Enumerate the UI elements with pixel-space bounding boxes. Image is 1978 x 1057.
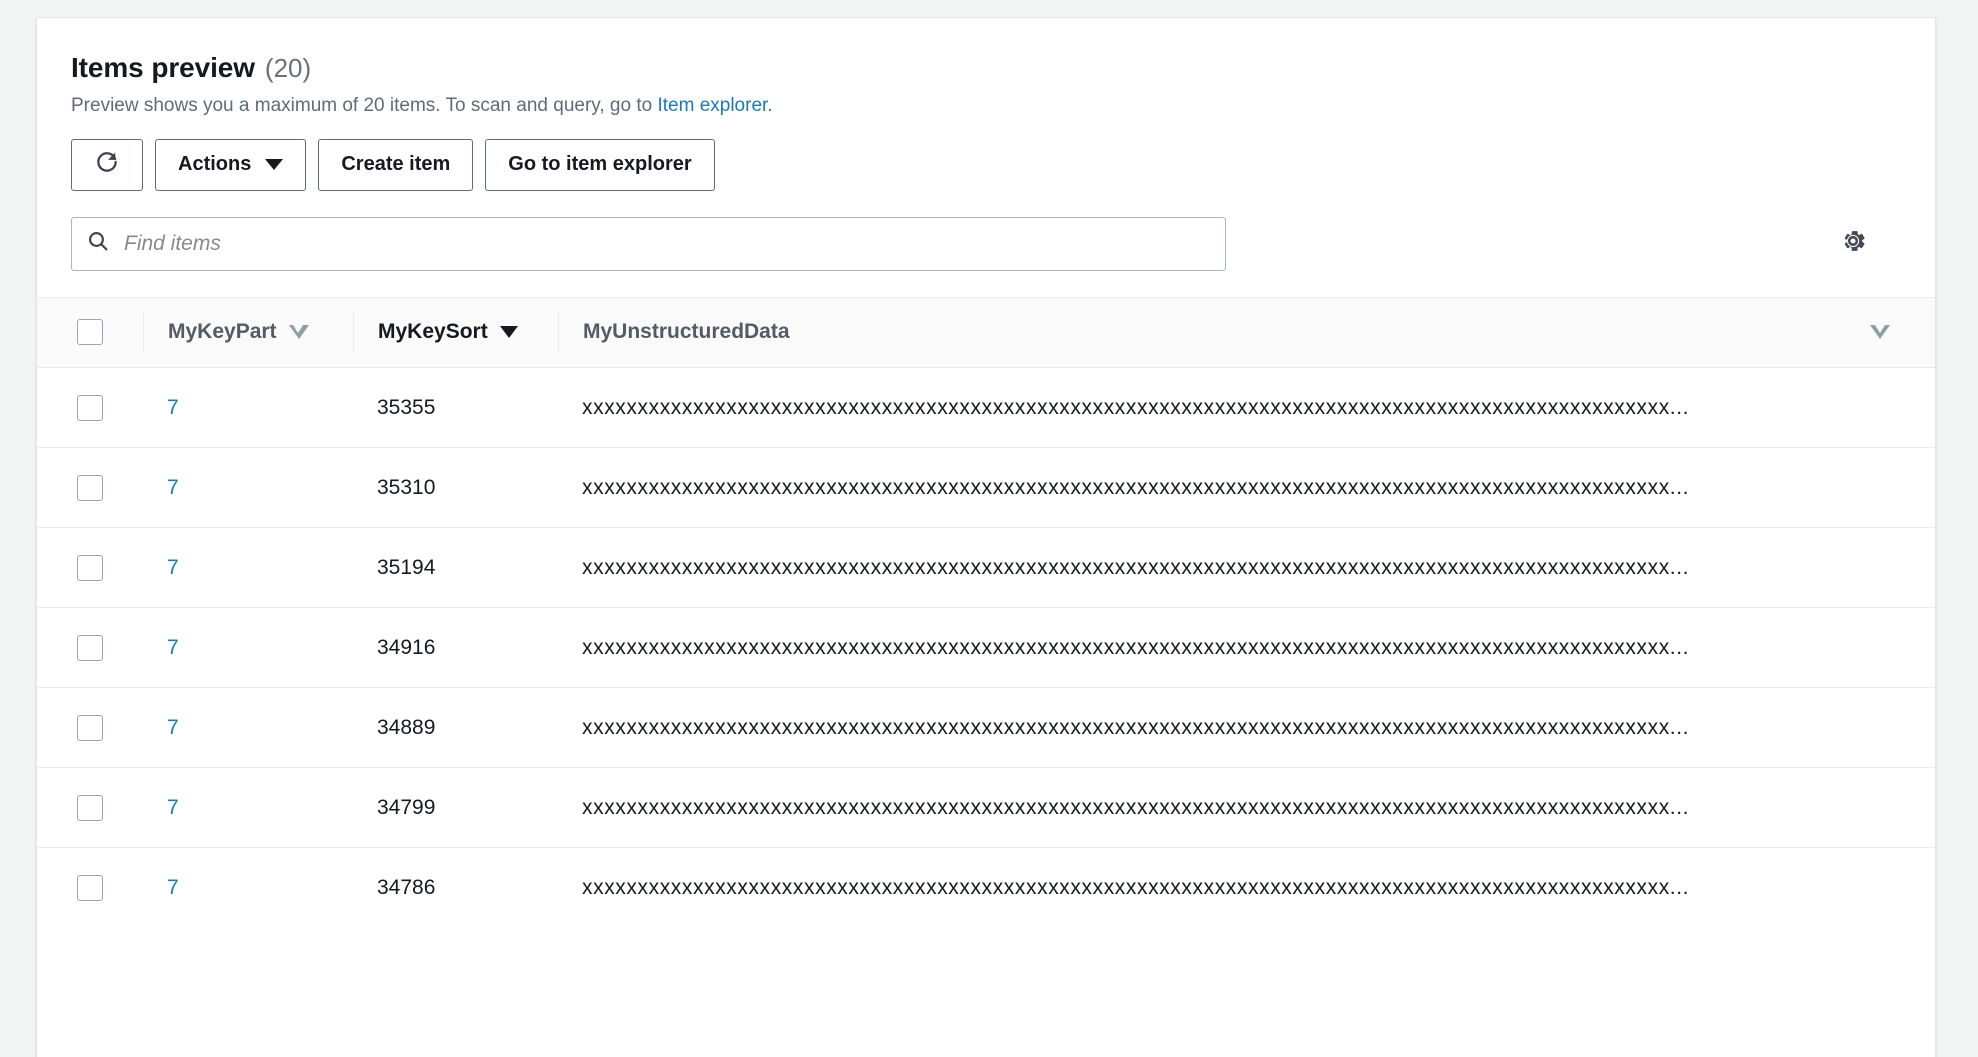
cell-overflow bbox=[1825, 448, 1935, 528]
cell-mykeypart: 7 bbox=[143, 848, 353, 928]
table-row: 7 34916 xxxxxxxxxxxxxxxxxxxxxxxxxxxxxxxxxx… bbox=[37, 607, 1935, 688]
table-row: 7 34889 xxxxxxxxxxxxxxxxxxxxxxxxxxxxxxxxxx… bbox=[37, 687, 1935, 768]
refresh-icon bbox=[94, 149, 120, 181]
description-text: Preview shows you a maximum of 20 items.… bbox=[71, 95, 658, 116]
cell-overflow bbox=[1825, 848, 1935, 928]
cell-mykeysort: 34799 bbox=[377, 795, 436, 819]
column-header-label: MyKeyPart bbox=[168, 320, 277, 344]
row-select-cell bbox=[37, 848, 143, 928]
cell-myunstructureddata: xxxxxxxxxxxxxxxxxxxxxxxxxxxxxxxxxxxxxxxx… bbox=[582, 475, 1690, 499]
cell-mykeypart: 7 bbox=[143, 768, 353, 848]
cell-mykeypart: 7 bbox=[143, 528, 353, 608]
table-row: 7 35194 xxxxxxxxxxxxxxxxxxxxxxxxxxxxxxxxxx… bbox=[37, 527, 1935, 608]
cell-myunstructureddata: xxxxxxxxxxxxxxxxxxxxxxxxxxxxxxxxxxxxxxxx… bbox=[582, 795, 1690, 819]
row-checkbox[interactable] bbox=[77, 714, 103, 741]
column-header-mykeysort[interactable]: MyKeySort bbox=[353, 298, 558, 368]
item-count: (20) bbox=[264, 53, 312, 83]
column-header-myunstructureddata[interactable]: MyUnstructuredData bbox=[558, 298, 1825, 368]
column-header-label: MyUnstructuredData bbox=[583, 320, 790, 344]
column-header-overflow[interactable] bbox=[1825, 298, 1935, 368]
table-row: 7 35310 xxxxxxxxxxxxxxxxxxxxxxxxxxxxxxxxxx… bbox=[37, 447, 1935, 528]
row-select-cell bbox=[37, 688, 143, 768]
cell-myunstructureddata: xxxxxxxxxxxxxxxxxxxxxxxxxxxxxxxxxxxxxxxx… bbox=[582, 715, 1690, 739]
chevron-down-icon bbox=[265, 159, 284, 171]
table-header-row: MyKeyPart MyKeySort MyUnstructuredData bbox=[37, 297, 1935, 368]
row-checkbox[interactable] bbox=[77, 874, 103, 901]
select-all-header bbox=[37, 298, 143, 368]
cell-overflow bbox=[1825, 528, 1935, 608]
column-header-mykeypart[interactable]: MyKeyPart bbox=[143, 298, 353, 368]
cell-mykeysort: 34889 bbox=[377, 715, 436, 739]
search-input[interactable] bbox=[122, 217, 1211, 270]
table-row: 7 34799 xxxxxxxxxxxxxxxxxxxxxxxxxxxxxxxxxx… bbox=[37, 767, 1935, 848]
item-link[interactable]: 7 bbox=[167, 636, 179, 659]
toolbar: Actions Create item Go to item explorer bbox=[71, 138, 1901, 191]
column-header-label: MyKeySort bbox=[378, 320, 488, 344]
row-select-cell bbox=[37, 368, 143, 448]
gear-icon bbox=[1837, 225, 1869, 262]
item-link[interactable]: 7 bbox=[167, 716, 179, 739]
item-explorer-link[interactable]: Item explorer. bbox=[657, 95, 772, 116]
triangle-down-solid-icon bbox=[499, 326, 518, 339]
cell-mykeysort: 34786 bbox=[377, 875, 436, 899]
cell-overflow bbox=[1825, 368, 1935, 448]
cell-myunstructureddata: xxxxxxxxxxxxxxxxxxxxxxxxxxxxxxxxxxxxxxxx… bbox=[582, 395, 1690, 419]
row-select-cell bbox=[37, 448, 143, 528]
table-body: 7 35355 xxxxxxxxxxxxxxxxxxxxxxxxxxxxxxxxxx… bbox=[37, 367, 1935, 928]
item-link[interactable]: 7 bbox=[167, 476, 179, 499]
item-link[interactable]: 7 bbox=[167, 796, 179, 819]
cell-overflow bbox=[1825, 608, 1935, 688]
table-row: 7 34786 xxxxxxxxxxxxxxxxxxxxxxxxxxxxxxxxxx… bbox=[37, 847, 1935, 928]
cell-mykeypart: 7 bbox=[143, 368, 353, 448]
table-row: 7 35355 xxxxxxxxxxxxxxxxxxxxxxxxxxxxxxxxxx… bbox=[37, 367, 1935, 448]
go-to-item-explorer-button[interactable]: Go to item explorer bbox=[485, 138, 715, 191]
cell-mykeysort: 35310 bbox=[377, 475, 436, 499]
triangle-down-hollow-icon bbox=[1870, 325, 1890, 340]
triangle-down-hollow-icon bbox=[288, 325, 309, 340]
row-checkbox[interactable] bbox=[77, 554, 103, 581]
row-select-cell bbox=[37, 608, 143, 688]
cell-mykeysort: 35194 bbox=[377, 555, 436, 579]
cell-mykeysort: 35355 bbox=[377, 395, 436, 419]
cell-myunstructureddata: xxxxxxxxxxxxxxxxxxxxxxxxxxxxxxxxxxxxxxxx… bbox=[582, 875, 1690, 899]
cell-overflow bbox=[1825, 768, 1935, 848]
row-checkbox[interactable] bbox=[77, 794, 103, 821]
cell-myunstructureddata: xxxxxxxxxxxxxxxxxxxxxxxxxxxxxxxxxxxxxxxx… bbox=[582, 555, 1690, 579]
refresh-button[interactable] bbox=[71, 138, 143, 191]
row-select-cell bbox=[37, 768, 143, 848]
items-table: MyKeyPart MyKeySort MyUnstructuredData 7… bbox=[37, 296, 1935, 928]
row-checkbox[interactable] bbox=[77, 474, 103, 501]
item-link[interactable]: 7 bbox=[167, 876, 179, 899]
cell-mykeysort: 34916 bbox=[377, 635, 436, 659]
cell-mykeypart: 7 bbox=[143, 688, 353, 768]
search-icon bbox=[86, 229, 110, 258]
items-preview-panel: Items preview (20) Preview shows you a m… bbox=[36, 17, 1936, 1057]
row-select-cell bbox=[37, 528, 143, 608]
item-link[interactable]: 7 bbox=[167, 396, 179, 419]
select-all-checkbox[interactable] bbox=[77, 319, 103, 346]
search-row bbox=[71, 216, 1901, 297]
panel-description: Preview shows you a maximum of 20 items.… bbox=[71, 94, 1901, 119]
page-title-text: Items preview bbox=[71, 52, 255, 83]
cell-mykeypart: 7 bbox=[143, 608, 353, 688]
create-item-button[interactable]: Create item bbox=[318, 138, 474, 191]
cell-myunstructureddata: xxxxxxxxxxxxxxxxxxxxxxxxxxxxxxxxxxxxxxxx… bbox=[582, 635, 1690, 659]
actions-label: Actions bbox=[178, 153, 252, 176]
row-checkbox[interactable] bbox=[77, 394, 103, 421]
actions-dropdown-button[interactable]: Actions bbox=[155, 138, 307, 191]
search-field[interactable] bbox=[71, 216, 1226, 271]
row-checkbox[interactable] bbox=[77, 634, 103, 661]
table-settings-button[interactable] bbox=[1831, 222, 1875, 266]
panel-header: Items preview (20) Preview shows you a m… bbox=[37, 18, 1935, 297]
item-link[interactable]: 7 bbox=[167, 556, 179, 579]
cell-mykeypart: 7 bbox=[143, 448, 353, 528]
cell-overflow bbox=[1825, 688, 1935, 768]
page-title: Items preview (20) bbox=[71, 52, 1901, 84]
